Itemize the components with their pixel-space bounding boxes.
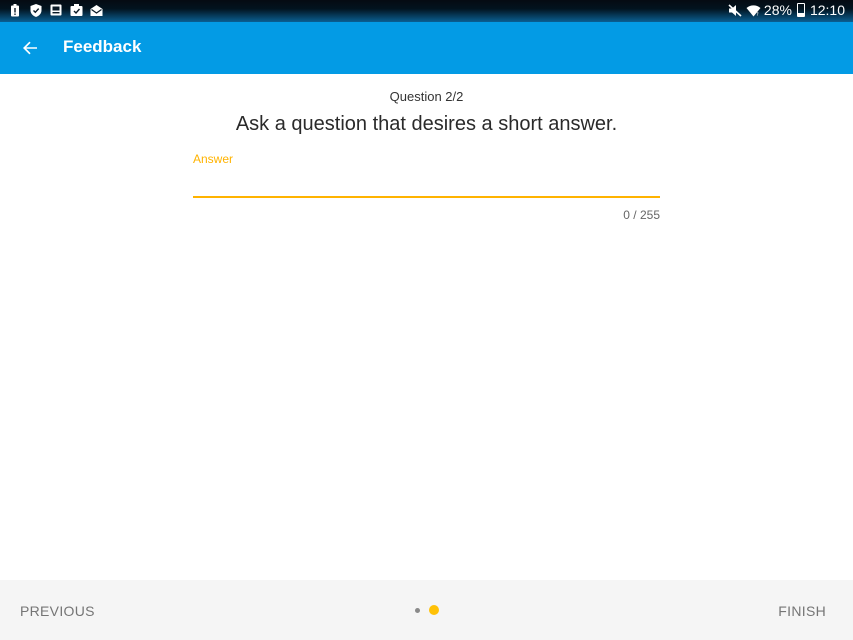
screen: ? 28% 12:10 Feedback Question 2/2 Ask a … — [0, 0, 853, 640]
answer-label: Answer — [193, 152, 234, 166]
question-counter: Question 2/2 — [389, 89, 464, 104]
bottom-navigation: PREVIOUS FINISH — [0, 580, 853, 640]
page-title: Feedback — [63, 37, 142, 56]
battery-level — [797, 12, 804, 16]
gallery-icon — [50, 4, 63, 17]
notification-icons — [10, 4, 103, 17]
back-button[interactable] — [18, 36, 42, 60]
arrow-back-icon — [23, 41, 37, 55]
mail-open-icon — [90, 4, 103, 17]
answer-field-container: Answer 0 / 255 — [193, 152, 660, 222]
battery-alert-icon — [10, 4, 23, 17]
battery-icon — [796, 3, 805, 17]
character-counter: 0 / 255 — [623, 208, 660, 222]
status-bar: ? 28% 12:10 — [0, 0, 853, 22]
mail-check-icon — [70, 4, 83, 17]
shield-icon — [30, 4, 43, 17]
clock: 12:10 — [809, 2, 845, 18]
page-indicator — [0, 605, 853, 615]
system-status: ? 28% 12:10 — [728, 2, 845, 18]
svg-text:?: ? — [756, 12, 759, 17]
answer-input[interactable] — [193, 168, 660, 198]
wifi-icon: ? — [746, 4, 761, 17]
page-dot — [414, 607, 420, 613]
battery-percent: 28% — [763, 2, 792, 18]
finish-button[interactable]: FINISH — [778, 603, 826, 619]
mute-icon — [728, 3, 742, 17]
page-dot-active — [428, 605, 439, 615]
app-bar: Feedback — [0, 22, 853, 74]
question-text: Ask a question that desires a short answ… — [235, 113, 618, 135]
